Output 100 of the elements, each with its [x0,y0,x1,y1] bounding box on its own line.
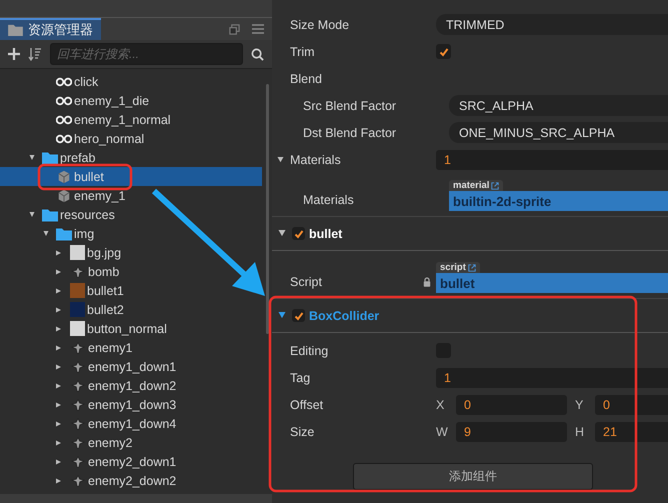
axis-label: W [436,424,449,438]
sprite-thumbnail [70,416,86,430]
property-label: Materials [290,152,341,166]
tree-item-label: prefab [60,150,96,164]
tree-item[interactable]: enemy_1 [0,186,130,205]
property-label: Materials [303,193,354,207]
property-label: Trim [290,44,315,58]
external-link-icon[interactable] [468,264,476,272]
folder-icon [42,150,58,164]
checkbox[interactable] [292,227,305,240]
caret-down-icon[interactable] [28,155,36,160]
number-field[interactable]: 0 [595,394,668,414]
menu-icon[interactable] [252,24,264,34]
caret-right-icon[interactable] [56,362,61,370]
caret-right-icon[interactable] [56,458,61,466]
search-field[interactable]: 回车进行搜索... [50,43,243,65]
tree-item[interactable]: enemy1_down4 [0,414,180,433]
tree-item[interactable]: bullet1 [0,281,128,300]
tree-item[interactable]: hero_normal [0,129,148,148]
search-icon[interactable] [251,48,264,60]
property-label: Dst Blend Factor [303,126,396,140]
tree-item[interactable]: enemy2 [0,433,136,452]
tree-item-label: enemy1_down3 [88,398,176,412]
tree-item[interactable]: bomb [0,262,124,281]
caret-down-icon[interactable] [277,156,284,162]
checkbox[interactable] [436,44,451,59]
property-label: Script [290,275,322,289]
property-label: Size Mode [290,18,350,32]
tree-item[interactable]: enemy1_down2 [0,376,180,395]
tree-item[interactable]: enemy_1_die [0,91,154,110]
tree-item-label: resources [60,208,115,222]
caret-right-icon[interactable] [56,324,61,332]
tree-item[interactable]: prefab [0,148,100,167]
caret-right-icon[interactable] [56,476,61,484]
tree-item[interactable]: enemy1_down3 [0,395,180,414]
popout-icon[interactable] [229,24,240,34]
caret-right-icon[interactable] [56,382,61,390]
caret-down-icon[interactable] [278,230,286,237]
number-field[interactable]: 1 [436,368,668,388]
tree-item[interactable]: bullet [0,167,262,186]
tree-item-label: enemy2_down1 [88,454,176,468]
tree-item-label: bullet1 [87,284,124,298]
caret-right-icon[interactable] [56,438,61,446]
caret-right-icon[interactable] [56,344,61,352]
tree-item[interactable]: bullet2 [0,300,128,319]
sprite-thumbnail [70,378,86,392]
tree-item-label: enemy_1_normal [74,112,171,126]
external-link-icon[interactable] [491,182,500,190]
caret-down-icon[interactable] [278,312,286,319]
number-field[interactable]: 1 [436,150,668,170]
axis-label: Y [575,398,584,412]
component-header[interactable]: bullet [272,216,668,251]
tree-item[interactable]: enemy2_down2 [0,471,180,490]
cube-icon [56,170,72,184]
caret-down-icon[interactable] [28,212,36,217]
caret-right-icon[interactable] [56,268,61,276]
number-field[interactable]: 21 [595,422,668,442]
caret-right-icon[interactable] [56,400,61,408]
tree-item-label: enemy1_down2 [88,378,176,392]
component-header[interactable]: BoxCollider [272,298,668,333]
add-icon[interactable] [8,48,20,60]
asset-type-tag: material [449,180,504,191]
tree-item[interactable]: enemy_1_normal [0,110,175,129]
tree-item[interactable]: click [0,72,102,91]
number-field[interactable]: 9 [456,422,567,442]
tree-item[interactable]: img [0,224,98,243]
tree-item[interactable]: button_normal [0,319,171,338]
tree-item-label: enemy2 [88,436,132,450]
tree-item[interactable]: enemy2_down1 [0,452,180,471]
assets-tab[interactable]: 资源管理器 [0,18,101,40]
dropdown[interactable]: SRC_ALPHA [449,95,668,116]
caret-right-icon[interactable] [56,420,61,428]
caret-down-icon[interactable] [42,231,50,236]
sprite-thumbnail [70,398,86,412]
dropdown[interactable]: ONE_MINUS_SRC_ALPHA [449,122,668,143]
tree-item[interactable]: enemy1 [0,338,136,357]
tree-item[interactable]: bg.jpg [0,243,126,262]
add-component-button[interactable]: 添加组件 [353,463,593,490]
property-label: Editing [290,344,328,358]
number-field[interactable]: 0 [456,394,567,414]
property-label: Size [290,424,314,438]
checkbox[interactable] [292,309,305,322]
folder-icon [8,24,23,36]
sprite-thumbnail [70,436,86,450]
tree-item-label: enemy_1_die [74,94,150,108]
sprite-thumbnail [70,454,86,468]
cube-icon [56,188,72,202]
caret-right-icon[interactable] [56,286,61,294]
tree-item[interactable]: enemy1_down1 [0,357,180,376]
caret-right-icon[interactable] [56,306,61,314]
tree-item-label: enemy_1 [74,188,126,202]
sort-icon[interactable] [28,47,42,61]
tree-item[interactable]: resources [0,205,119,224]
tree-item-label: enemy2_down2 [88,474,176,488]
dropdown[interactable]: TRIMMED [436,14,668,35]
tree-item-label: hero_normal [74,132,144,146]
tree-item-label: bullet [74,170,104,184]
caret-right-icon[interactable] [56,248,61,256]
tree-item-label: bg.jpg [87,246,122,260]
axis-label: X [436,398,446,412]
